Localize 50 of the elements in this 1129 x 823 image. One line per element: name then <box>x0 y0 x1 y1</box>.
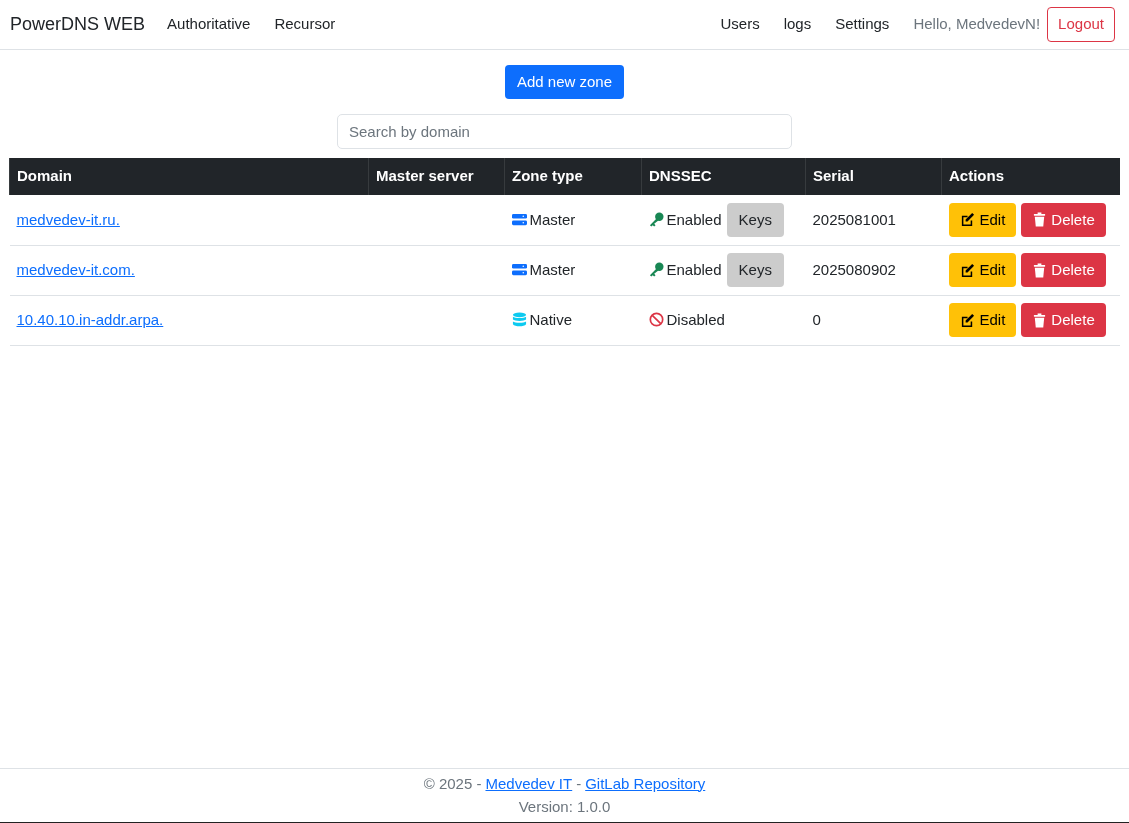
serial-text: 2025081001 <box>812 210 896 228</box>
edit-button[interactable]: Edit <box>948 253 1017 287</box>
column-header: Actions <box>941 158 1120 195</box>
keys-button[interactable]: Keys <box>726 202 784 237</box>
dnssec-status-text: Enabled <box>666 210 722 228</box>
nav-link[interactable]: Recursor <box>274 13 336 36</box>
copyright-text: © 2025 - <box>423 773 482 794</box>
domain-link[interactable]: medvedev-it.com. <box>16 260 135 278</box>
greeting-text: Hello, MedvedevN! <box>913 14 1041 35</box>
separator-text: - <box>576 773 582 794</box>
zone-type-text: Master <box>529 210 576 228</box>
dnssec-status-text: Enabled <box>666 260 722 278</box>
nav-link[interactable]: logs <box>783 13 812 36</box>
serial-text: 0 <box>812 310 821 328</box>
database-icon <box>511 311 527 327</box>
add-zone-button[interactable]: Add new zone <box>504 65 625 99</box>
edit-button[interactable]: Edit <box>948 303 1017 337</box>
company-link[interactable]: Medvedev IT <box>485 772 573 795</box>
trash-icon <box>1032 262 1048 278</box>
column-header: Domain <box>9 158 369 195</box>
keys-button[interactable]: Keys <box>726 253 784 287</box>
search-field[interactable]: Search by domain <box>337 114 792 149</box>
server-icon <box>511 261 527 277</box>
domain-link[interactable]: 10.40.10.in-addr.arpa. <box>16 310 164 328</box>
trash-icon <box>1032 312 1048 328</box>
dnssec-status-text: Disabled <box>666 310 725 328</box>
edit-button[interactable]: Edit <box>948 202 1017 237</box>
server-icon <box>511 211 527 227</box>
zone-type-text: Master <box>529 260 576 278</box>
nav-link[interactable]: Authoritative <box>167 13 251 36</box>
domain-link[interactable]: medvedev-it.ru. <box>16 210 120 228</box>
nav-link[interactable]: Settings <box>835 13 890 36</box>
delete-button[interactable]: Delete <box>1021 202 1106 237</box>
logout-button[interactable]: Logout <box>1047 7 1115 42</box>
column-header: DNSSEC <box>641 158 806 195</box>
trash-icon <box>1032 212 1048 228</box>
brand-link[interactable]: PowerDNS WEB <box>10 11 146 38</box>
nav-link[interactable]: Users <box>720 13 760 36</box>
edit-icon <box>959 262 975 278</box>
version-text: Version: 1.0.0 <box>518 797 611 817</box>
edit-icon <box>959 312 975 328</box>
repository-link[interactable]: GitLab Repository <box>585 772 706 795</box>
serial-text: 2025080902 <box>812 260 896 278</box>
delete-button[interactable]: Delete <box>1021 303 1106 337</box>
column-header: Master server <box>368 158 505 195</box>
edit-icon <box>959 212 975 228</box>
column-header: Serial <box>805 158 942 195</box>
delete-button[interactable]: Delete <box>1021 253 1106 287</box>
column-header: Zone type <box>504 158 642 195</box>
zone-type-text: Native <box>529 310 573 328</box>
